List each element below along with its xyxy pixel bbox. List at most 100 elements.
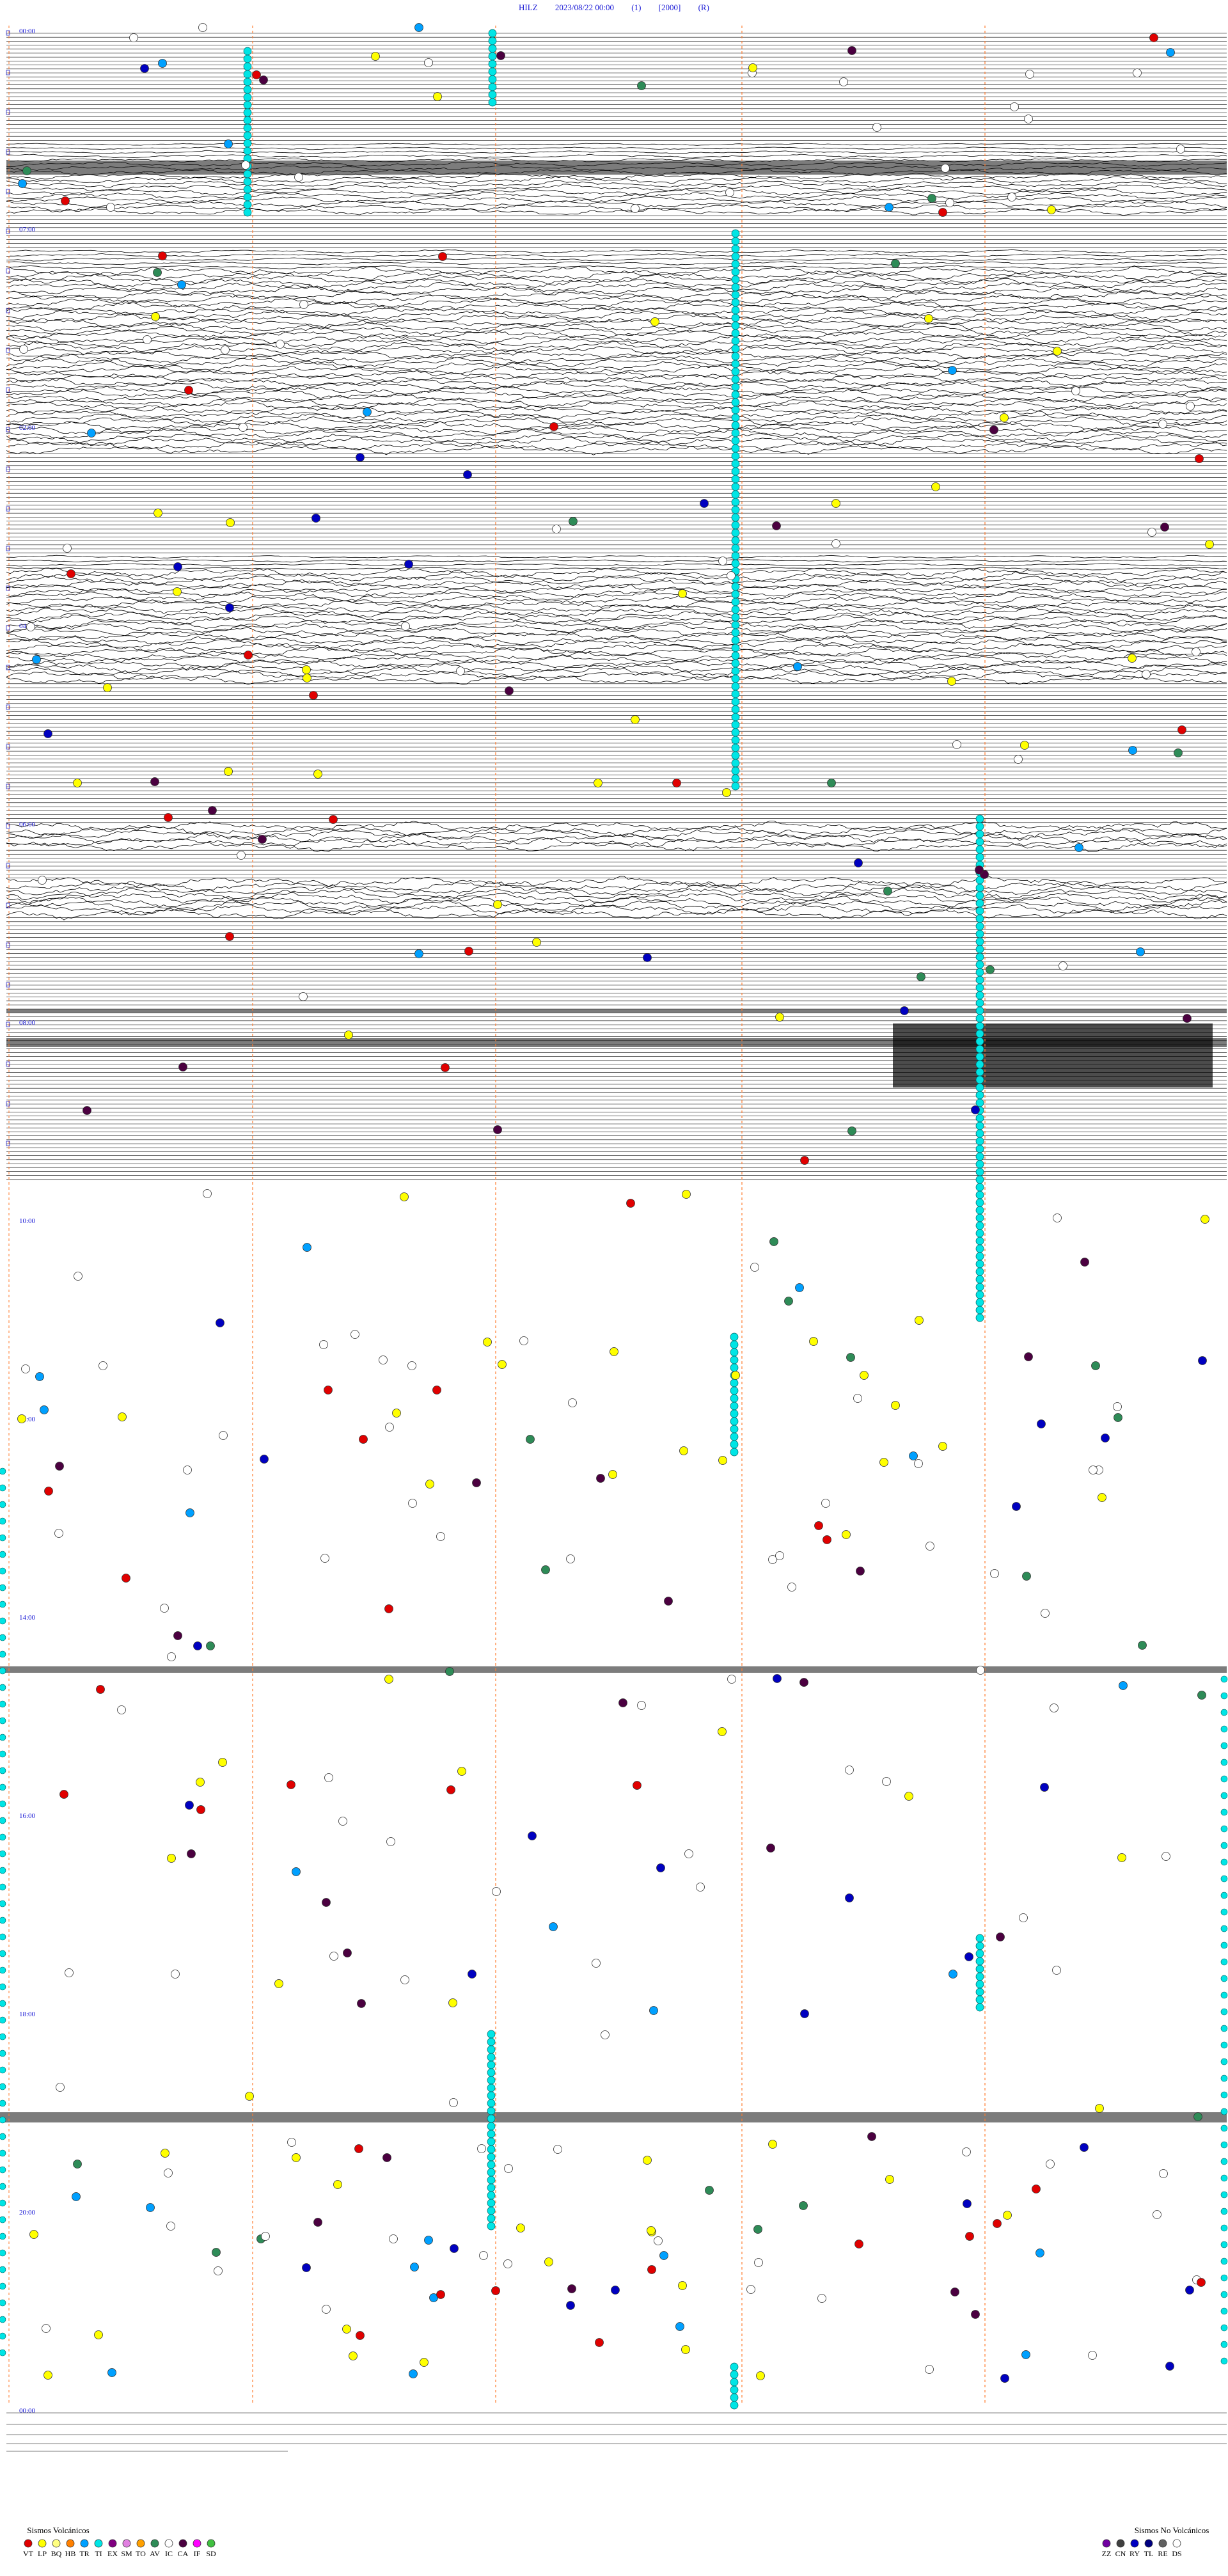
event-marker-TI [243, 54, 252, 63]
event-marker-TI [975, 906, 984, 915]
event-marker [379, 1355, 388, 1364]
legend-swatch-to [136, 2539, 145, 2548]
event-marker-TI [975, 1129, 984, 1138]
event-marker [166, 2222, 175, 2231]
event-marker-TI [0, 1916, 6, 1924]
event-marker-TI [731, 313, 740, 322]
event-marker-TI [731, 551, 740, 560]
event-marker-TI [730, 1432, 739, 1441]
event-marker-TI [487, 2176, 496, 2185]
event-marker [860, 1371, 869, 1380]
event-marker [750, 1263, 759, 1272]
event-marker [356, 2331, 365, 2340]
event-marker-TI [731, 298, 740, 307]
legend-label-lp: LP [38, 2549, 47, 2558]
event-marker-TI [975, 1098, 984, 1107]
event-marker-TI [0, 1717, 6, 1725]
event-marker [173, 562, 182, 571]
event-marker [21, 1364, 30, 1373]
event-marker [498, 1360, 507, 1369]
event-marker-TI [731, 367, 740, 376]
event-marker [842, 1530, 851, 1539]
event-marker-TI [975, 999, 984, 1007]
event-marker [303, 1243, 311, 1252]
event-marker [408, 1499, 417, 1508]
event-marker [35, 1372, 44, 1381]
event-marker [1021, 2350, 1030, 2359]
event-marker-TI [730, 2362, 739, 2371]
event-marker [107, 2368, 116, 2377]
event-marker-TI [975, 837, 984, 846]
event-marker-TI [731, 582, 740, 591]
event-marker [1089, 1466, 1098, 1474]
event-marker [938, 1442, 947, 1451]
event-marker-TI [731, 444, 740, 453]
event-marker [1197, 2278, 1206, 2287]
event-marker-TI [975, 952, 984, 961]
event-marker [287, 1780, 295, 1789]
event-marker-TI [488, 36, 497, 45]
event-marker-TI [731, 644, 740, 652]
trace-line [6, 265, 1227, 269]
trace-line [6, 192, 1227, 200]
event-marker-TI [1220, 2291, 1228, 2298]
event-marker [359, 1435, 368, 1444]
event-marker-TI [731, 329, 740, 338]
event-marker [106, 203, 115, 212]
event-marker [311, 514, 320, 523]
event-marker [63, 544, 72, 553]
event-marker [856, 1567, 865, 1576]
event-marker [400, 1975, 409, 1984]
legend-swatch-hb [66, 2539, 75, 2548]
trace-line [6, 611, 1227, 622]
event-marker [643, 953, 652, 962]
event-marker [831, 499, 840, 508]
event-marker-TI [975, 1283, 984, 1292]
event-marker-TI [488, 44, 497, 53]
event-marker [549, 1922, 558, 1931]
event-marker [654, 2236, 663, 2245]
event-marker-TI [731, 766, 740, 775]
event-marker-TI [0, 1517, 6, 1525]
event-marker-TI [731, 659, 740, 668]
event-marker-TI [487, 2214, 496, 2223]
event-marker-TI [0, 2199, 6, 2207]
event-marker-TI [243, 185, 252, 194]
event-marker-TI [487, 2122, 496, 2131]
event-marker [184, 386, 193, 395]
event-marker [198, 23, 207, 32]
event-marker-TI [731, 782, 740, 791]
event-marker-TI [1220, 2074, 1228, 2082]
event-marker [566, 2301, 575, 2310]
event-marker [73, 2160, 82, 2169]
event-marker [329, 1952, 338, 1961]
hour-label: 14:00 [19, 1614, 36, 1622]
event-marker [338, 1817, 347, 1826]
event-marker [356, 453, 365, 462]
event-marker-TI [731, 743, 740, 752]
event-marker [766, 1844, 775, 1853]
event-marker-TI [731, 244, 740, 253]
event-marker [103, 683, 112, 692]
event-marker [1059, 961, 1067, 970]
event-marker [754, 2258, 763, 2267]
event-marker [1197, 1691, 1206, 1700]
event-marker [938, 208, 947, 217]
event-marker-TI [0, 1900, 6, 1908]
event-marker [407, 1361, 416, 1370]
event-marker [553, 2145, 562, 2154]
event-marker-TI [487, 2076, 496, 2085]
event-marker-TI [975, 1313, 984, 1322]
event-marker [299, 300, 308, 309]
event-marker [544, 2257, 553, 2266]
event-marker [753, 2225, 762, 2234]
event-marker-TI [731, 482, 740, 491]
event-marker-TI [975, 976, 984, 984]
trace-line [6, 571, 1227, 583]
event-marker-TI [731, 252, 740, 261]
event-marker-TI [731, 467, 740, 476]
event-marker-TI [1220, 1941, 1228, 1949]
event-marker-TI [731, 383, 740, 391]
event-marker [917, 972, 925, 981]
event-marker [1019, 1913, 1028, 1922]
